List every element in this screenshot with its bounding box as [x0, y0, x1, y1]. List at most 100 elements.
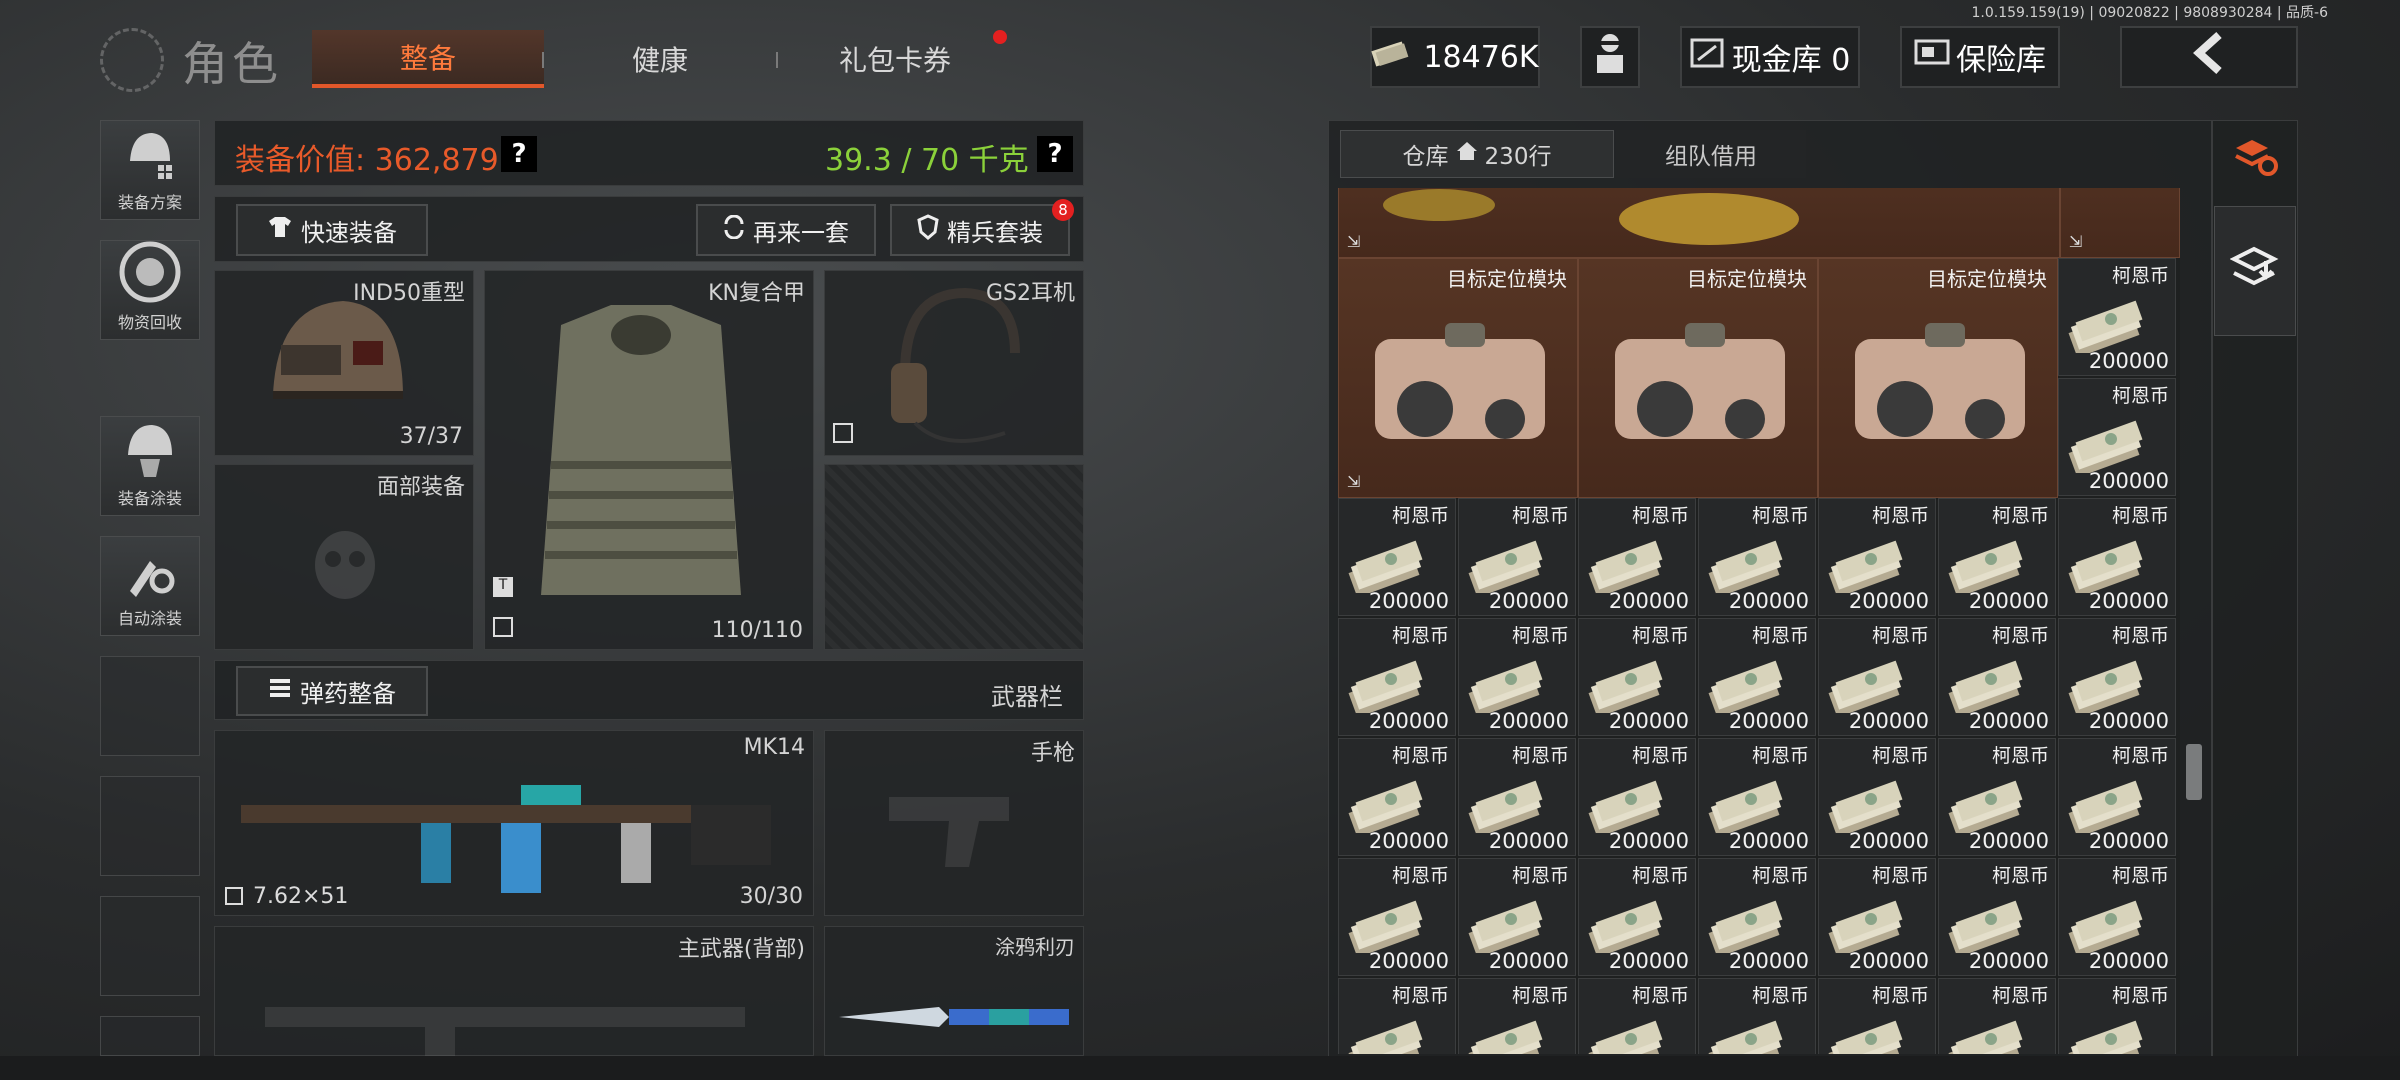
- warehouse-item-coin[interactable]: 柯恩币200000: [1698, 858, 1816, 976]
- warehouse-item-coin[interactable]: 柯恩币200000: [1578, 498, 1696, 616]
- back-weapon-slot[interactable]: 主武器(背部): [214, 926, 814, 1057]
- warehouse-item-coin[interactable]: 柯恩币200000: [2058, 978, 2176, 1054]
- warehouse-item-coin[interactable]: 柯恩币200000: [1338, 498, 1456, 616]
- warehouse-item-coin[interactable]: 柯恩币200000: [1698, 978, 1816, 1054]
- sidebar-empty-slot[interactable]: [100, 1016, 200, 1056]
- warehouse-item-coin[interactable]: 柯恩币200000: [1818, 978, 1936, 1054]
- warehouse-item-coin[interactable]: 柯恩币200000: [1698, 498, 1816, 616]
- warehouse-item-coin[interactable]: 柯恩币200000: [1458, 738, 1576, 856]
- warehouse-item-coin[interactable]: 柯恩币200000: [1938, 738, 2056, 856]
- warehouse-item-coin[interactable]: 柯恩币200000: [1818, 618, 1936, 736]
- cash-vault-button[interactable]: 现金库 0: [1680, 26, 1860, 88]
- warehouse-item-partial[interactable]: ⇲: [2060, 188, 2180, 258]
- warehouse-item-coin[interactable]: 柯恩币200000: [1458, 618, 1576, 736]
- face-slot[interactable]: 面部装备: [214, 464, 474, 650]
- warehouse-item-coin[interactable]: 柯恩币200000: [1578, 738, 1696, 856]
- primary-ammo-count: 30/30: [739, 884, 803, 909]
- warehouse-item-coin[interactable]: 柯恩币200000: [2058, 498, 2176, 616]
- warehouse-item-coin[interactable]: 柯恩币200000: [1578, 978, 1696, 1054]
- back-arrow-icon: [2189, 31, 2229, 83]
- warehouse-item-coin[interactable]: 柯恩币200000: [1458, 978, 1576, 1054]
- warehouse-item-coin[interactable]: 柯恩币200000: [2058, 258, 2176, 376]
- sidebar-auto-skin[interactable]: 自动涂装: [100, 536, 200, 636]
- warehouse-grid[interactable]: ⇲ ⇲ 目标定位模块 ⇲ 目标定位模块 目标定位模块 柯恩币 200000 柯恩币 20000…: [1338, 188, 2180, 1054]
- warehouse-item-coin[interactable]: 柯恩币 200000: [1338, 858, 1456, 976]
- shirt-icon: [267, 215, 293, 245]
- weight-help-icon[interactable]: ?: [1037, 136, 1073, 172]
- item-name: 柯恩币: [1391, 505, 1449, 527]
- item-name: 目标定位模块: [1927, 267, 2047, 291]
- warehouse-item-coin[interactable]: 柯恩币200000: [1938, 858, 2056, 976]
- warehouse-item-coin[interactable]: 柯恩币200000: [1578, 618, 1696, 736]
- warehouse-item-coin[interactable]: 柯恩币200000: [1698, 738, 1816, 856]
- agent-button[interactable]: [1580, 26, 1640, 88]
- rifle-silhouette-icon: [265, 987, 765, 1061]
- cash-stack-icon: [1947, 773, 2027, 838]
- item-value: 200000: [1368, 949, 1449, 973]
- warehouse-item-target-module[interactable]: 目标定位模块: [1818, 258, 2058, 498]
- quick-equip-button[interactable]: 快速装备: [236, 204, 428, 256]
- warehouse-item-coin[interactable]: 柯恩币200000: [1338, 738, 1456, 856]
- money-display[interactable]: 18476K: [1370, 26, 1540, 88]
- sidebar-recycle[interactable]: 物资回收: [100, 240, 200, 340]
- warehouse-item-coin[interactable]: 柯恩币200000: [1698, 618, 1816, 736]
- warehouse-scrollbar[interactable]: [2186, 744, 2202, 800]
- warehouse-item-target-module[interactable]: 目标定位模块 ⇲: [1338, 258, 1578, 498]
- armor-slot[interactable]: KN复合甲 110/110 T: [484, 270, 814, 650]
- item-value: 200000: [2088, 349, 2169, 373]
- tab-gift-coupons[interactable]: 礼包卡券: [790, 30, 1000, 88]
- tab-warehouse[interactable]: 仓库 230行: [1340, 130, 1614, 178]
- pistol-slot[interactable]: 手枪: [824, 730, 1084, 916]
- warehouse-item-target-module[interactable]: 目标定位模块: [1578, 258, 1818, 498]
- item-name: 柯恩币: [2111, 625, 2169, 647]
- warehouse-item-coin[interactable]: 柯恩币200000: [2058, 378, 2176, 496]
- warehouse-item-coin[interactable]: 柯恩币200000: [1818, 498, 1936, 616]
- recycle-icon: [115, 239, 185, 309]
- warehouse-item-coin[interactable]: 柯恩币200000: [1578, 858, 1696, 976]
- primary-weapon-slot[interactable]: MK14 30/30 7.62×51: [214, 730, 814, 916]
- item-name: 柯恩币: [1511, 625, 1569, 647]
- empty-gear-slot[interactable]: [824, 464, 1084, 650]
- cash-stack-icon: [2067, 1013, 2147, 1054]
- warehouse-item-coin[interactable]: 柯恩币200000: [1938, 618, 2056, 736]
- warehouse-item-coin[interactable]: 柯恩币200000: [2058, 618, 2176, 736]
- again-button[interactable]: 再来一套: [696, 204, 876, 256]
- sidebar-loadout-plan[interactable]: 装备方案: [100, 120, 200, 220]
- sidebar-empty-slot[interactable]: [100, 896, 200, 996]
- warehouse-item-coin[interactable]: 柯恩币200000: [1938, 498, 2056, 616]
- back-button[interactable]: [2120, 26, 2298, 88]
- stack-download-button[interactable]: [2214, 206, 2296, 336]
- sidebar-empty-slot[interactable]: [100, 656, 200, 756]
- warehouse-item-coin[interactable]: 柯恩币200000: [2058, 858, 2176, 976]
- warehouse-item-coin[interactable]: 柯恩币200000: [1458, 498, 1576, 616]
- tab-divider: [542, 52, 544, 68]
- warehouse-item-partial[interactable]: ⇲: [1338, 188, 2060, 258]
- elite-set-button[interactable]: 精兵套装: [890, 204, 1070, 256]
- sidebar-skin[interactable]: 装备涂装: [100, 416, 200, 516]
- headset-slot[interactable]: GS2耳机: [824, 270, 1084, 456]
- helmet-slot[interactable]: IND50重型 37/37: [214, 270, 474, 456]
- cash-stack-icon: [2067, 893, 2147, 958]
- item-name: 柯恩币: [1511, 745, 1569, 767]
- sidebar-empty-slot[interactable]: [100, 776, 200, 876]
- melee-slot[interactable]: 涂鸦利刃: [824, 926, 1084, 1056]
- item-name: 柯恩币: [1391, 865, 1449, 887]
- equipment-value: 装备价值: 362,879: [235, 143, 499, 178]
- warehouse-item-coin[interactable]: 柯恩币200000: [1338, 618, 1456, 736]
- warehouse-item-coin[interactable]: 柯恩币200000: [1938, 978, 2056, 1054]
- tab-team-borrow[interactable]: 组队借用: [1616, 130, 1806, 178]
- tab-health[interactable]: 健康: [560, 30, 760, 88]
- back-weapon-label: 主武器(背部): [677, 937, 805, 962]
- warehouse-item-coin[interactable]: 柯恩币200000: [1458, 858, 1576, 976]
- warehouse-item-coin[interactable]: 柯恩币200000: [1338, 978, 1456, 1054]
- warehouse-item-coin[interactable]: 柯恩币200000: [2058, 738, 2176, 856]
- sort-stack-button[interactable]: [2222, 130, 2288, 186]
- insurance-vault-button[interactable]: 保险库: [1900, 26, 2060, 88]
- warehouse-item-coin[interactable]: 柯恩币200000: [1818, 738, 1936, 856]
- warehouse-item-coin[interactable]: 柯恩币200000: [1818, 858, 1936, 976]
- value-help-icon[interactable]: ?: [501, 136, 537, 172]
- item-name: 柯恩币: [1511, 505, 1569, 527]
- ammo-prepare-button[interactable]: 弹药整备: [236, 666, 428, 716]
- item-value: 200000: [1968, 829, 2049, 853]
- tab-prepare[interactable]: 整备: [312, 30, 544, 88]
